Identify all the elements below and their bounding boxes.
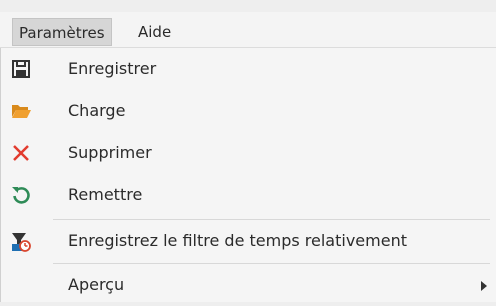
menu-aide[interactable]: Aide bbox=[132, 18, 177, 46]
menu-item-label: Aperçu bbox=[68, 275, 125, 294]
menu-bar: Paramètres Aide bbox=[0, 12, 496, 48]
menu-item-charge[interactable]: Charge bbox=[1, 90, 496, 132]
menu-item-label: Enregistrer bbox=[68, 59, 157, 78]
menu-item-label: Enregistrez le filtre de temps relativem… bbox=[68, 231, 407, 250]
reset-icon bbox=[10, 184, 32, 206]
menu-item-label: Remettre bbox=[68, 185, 143, 204]
menu-item-apercu[interactable]: Aperçu bbox=[1, 264, 496, 306]
delete-x-icon bbox=[10, 142, 32, 164]
menu-item-remettre[interactable]: Remettre bbox=[1, 174, 496, 216]
menu-parametres[interactable]: Paramètres bbox=[12, 18, 112, 46]
parametres-dropdown: Enregistrer Charge Supprimer Remettre En… bbox=[0, 48, 496, 302]
menu-item-supprimer[interactable]: Supprimer bbox=[1, 132, 496, 174]
menu-item-label: Charge bbox=[68, 101, 126, 120]
folder-open-icon bbox=[10, 100, 32, 122]
save-time-filter-icon bbox=[10, 230, 32, 252]
menu-item-label: Supprimer bbox=[68, 143, 152, 162]
menu-item-enregistrer[interactable]: Enregistrer bbox=[1, 48, 496, 90]
submenu-arrow-icon bbox=[481, 281, 487, 291]
save-icon bbox=[10, 58, 32, 80]
menu-item-save-time-filter[interactable]: Enregistrez le filtre de temps relativem… bbox=[1, 220, 496, 262]
